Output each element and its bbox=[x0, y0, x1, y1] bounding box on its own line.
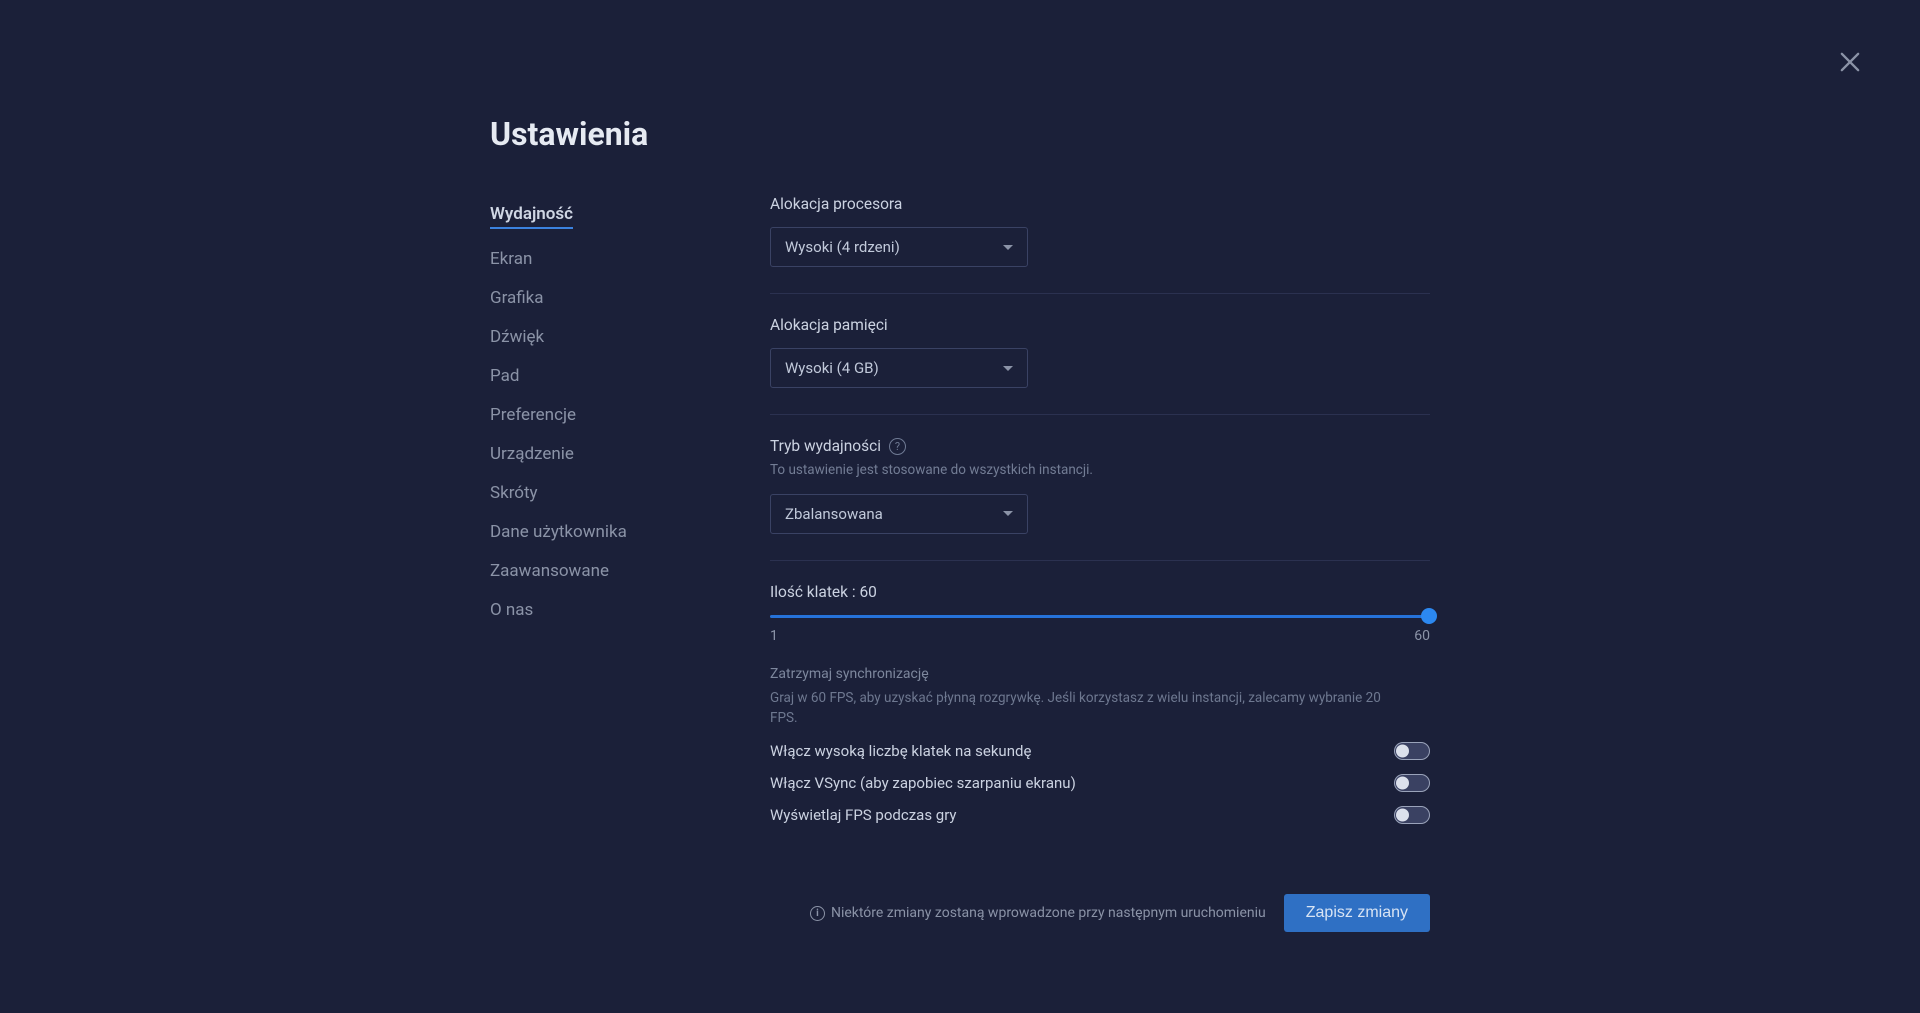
memory-allocation-label: Alokacja pamięci bbox=[770, 316, 1430, 334]
fps-label: Ilość klatek : 60 bbox=[770, 583, 1430, 601]
toggle-knob bbox=[1396, 745, 1409, 758]
fps-slider-min: 1 bbox=[770, 628, 778, 644]
close-button[interactable] bbox=[1836, 48, 1864, 76]
close-icon bbox=[1836, 48, 1864, 76]
toggle-knob bbox=[1396, 777, 1409, 790]
memory-allocation-value: Wysoki (4 GB) bbox=[785, 359, 879, 377]
sidebar-item-label: Dane użytkownika bbox=[490, 522, 627, 542]
sidebar-item-label: Zaawansowane bbox=[490, 561, 609, 581]
sidebar-item-label: Wydajność bbox=[490, 206, 573, 229]
sidebar-item-preferences[interactable]: Preferencje bbox=[490, 396, 750, 435]
settings-content: Alokacja procesora Wysoki (4 rdzeni) Alo… bbox=[770, 195, 1430, 932]
sync-stop-label: Zatrzymaj synchronizację bbox=[770, 666, 1430, 682]
sidebar-item-label: Grafika bbox=[490, 288, 544, 308]
sidebar-item-label: Urządzenie bbox=[490, 444, 574, 464]
help-icon[interactable]: ? bbox=[889, 438, 906, 455]
show-fps-toggle[interactable] bbox=[1394, 806, 1430, 824]
sidebar-item-label: Preferencje bbox=[490, 405, 576, 425]
sync-stop-description: Graj w 60 FPS, aby uzyskać płynną rozgry… bbox=[770, 688, 1410, 729]
sidebar-item-performance[interactable]: Wydajność bbox=[490, 195, 750, 240]
settings-sidebar: Wydajność Ekran Grafika Dźwięk Pad Prefe… bbox=[490, 195, 770, 932]
sidebar-item-label: Dźwięk bbox=[490, 327, 544, 347]
save-button[interactable]: Zapisz zmiany bbox=[1284, 894, 1430, 932]
sidebar-item-pad[interactable]: Pad bbox=[490, 357, 750, 396]
chevron-down-icon bbox=[1003, 366, 1013, 371]
fps-slider[interactable] bbox=[770, 615, 1430, 618]
fps-slider-max: 60 bbox=[1414, 628, 1430, 644]
high-fps-toggle[interactable] bbox=[1394, 742, 1430, 760]
page-title: Ustawienia bbox=[490, 115, 1490, 153]
sidebar-item-userdata[interactable]: Dane użytkownika bbox=[490, 513, 750, 552]
sidebar-item-graphics[interactable]: Grafika bbox=[490, 279, 750, 318]
cpu-allocation-value: Wysoki (4 rdzeni) bbox=[785, 238, 900, 256]
sidebar-item-label: Ekran bbox=[490, 249, 532, 269]
chevron-down-icon bbox=[1003, 245, 1013, 250]
performance-mode-value: Zbalansowana bbox=[785, 505, 883, 523]
sidebar-item-shortcuts[interactable]: Skróty bbox=[490, 474, 750, 513]
sidebar-item-screen[interactable]: Ekran bbox=[490, 240, 750, 279]
sidebar-item-about[interactable]: O nas bbox=[490, 591, 750, 630]
sidebar-item-device[interactable]: Urządzenie bbox=[490, 435, 750, 474]
vsync-toggle-label: Włącz VSync (aby zapobiec szarpaniu ekra… bbox=[770, 774, 1076, 792]
high-fps-toggle-label: Włącz wysoką liczbę klatek na sekundę bbox=[770, 742, 1031, 760]
sidebar-item-label: Skróty bbox=[490, 483, 538, 503]
show-fps-toggle-label: Wyświetlaj FPS podczas gry bbox=[770, 806, 957, 824]
performance-mode-select[interactable]: Zbalansowana bbox=[770, 494, 1028, 534]
cpu-allocation-select[interactable]: Wysoki (4 rdzeni) bbox=[770, 227, 1028, 267]
performance-mode-subtext: To ustawienie jest stosowane do wszystki… bbox=[770, 461, 1430, 480]
toggle-knob bbox=[1396, 809, 1409, 822]
memory-allocation-select[interactable]: Wysoki (4 GB) bbox=[770, 348, 1028, 388]
chevron-down-icon bbox=[1003, 511, 1013, 516]
info-icon: i bbox=[810, 906, 825, 921]
sidebar-item-sound[interactable]: Dźwięk bbox=[490, 318, 750, 357]
sidebar-item-label: O nas bbox=[490, 600, 533, 620]
performance-mode-label: Tryb wydajności bbox=[770, 437, 881, 455]
sidebar-item-advanced[interactable]: Zaawansowane bbox=[490, 552, 750, 591]
vsync-toggle[interactable] bbox=[1394, 774, 1430, 792]
cpu-allocation-label: Alokacja procesora bbox=[770, 195, 1430, 213]
sidebar-item-label: Pad bbox=[490, 366, 519, 386]
fps-slider-thumb[interactable] bbox=[1421, 608, 1437, 624]
restart-note: i Niektóre zmiany zostaną wprowadzone pr… bbox=[810, 905, 1266, 921]
